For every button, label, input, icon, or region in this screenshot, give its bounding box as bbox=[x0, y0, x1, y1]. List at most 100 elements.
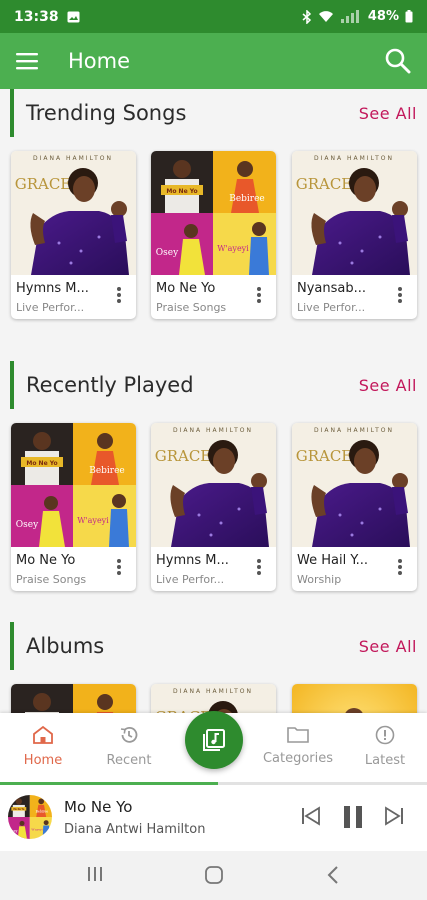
now-playing-artist: Diana Antwi Hamilton bbox=[64, 822, 206, 837]
now-playing-artwork: Mo Ne Yo Bebiree Osey W'ayeyi bbox=[8, 795, 52, 839]
wifi-icon bbox=[318, 11, 333, 22]
section-header: Recently Played See All bbox=[10, 361, 417, 409]
more-options-icon[interactable] bbox=[256, 287, 262, 305]
home-scroll-content[interactable]: Trending Songs See All DIANA HAMILTON GRA… bbox=[0, 89, 427, 713]
gallery-icon bbox=[67, 11, 80, 22]
album-art: Mo Ne YoBebireeOseyW'ayeyi bbox=[11, 684, 136, 713]
album-art: DIANA HAMILTON GRACE bbox=[292, 423, 417, 547]
song-name: Mo Ne Yo bbox=[156, 281, 216, 296]
section-accent-bar bbox=[10, 622, 14, 670]
more-options-icon[interactable] bbox=[256, 559, 262, 577]
nav-label: Home bbox=[23, 753, 63, 768]
svg-text:DIANA HAMILTON: DIANA HAMILTON bbox=[173, 688, 253, 695]
bottom-navigation: Home Recent Categories Latest bbox=[0, 711, 427, 785]
album-art: Mo Ne Yo Bebiree Osey W'ayeyi bbox=[11, 423, 136, 547]
nav-label: Recent bbox=[106, 753, 152, 768]
signal-icon bbox=[340, 10, 359, 23]
album-art: DIANA HAMILTON GRACE bbox=[292, 151, 417, 275]
nav-label: Latest bbox=[364, 753, 406, 768]
section-header: Trending Songs See All bbox=[10, 89, 417, 137]
album-art bbox=[292, 684, 417, 713]
song-card[interactable]: DIANA HAMILTON GRACE Nyansab... Live Perf… bbox=[292, 151, 417, 319]
system-navigation-bar bbox=[0, 851, 427, 900]
folder-icon bbox=[287, 727, 309, 743]
song-name: Hymns M... bbox=[156, 553, 229, 568]
song-name: Mo Ne Yo bbox=[16, 553, 76, 568]
home-icon bbox=[33, 725, 53, 744]
svg-text:DIANA HAMILTON: DIANA HAMILTON bbox=[33, 155, 113, 162]
music-library-button[interactable] bbox=[185, 711, 243, 769]
svg-text:Osey: Osey bbox=[16, 520, 39, 530]
nav-categories[interactable]: Categories bbox=[258, 725, 338, 766]
nav-home[interactable]: Home bbox=[3, 725, 83, 768]
music-library-icon bbox=[203, 729, 225, 751]
album-art: Mo Ne YoBebireeOseyW'ayeyi bbox=[151, 151, 276, 275]
alert-circle-icon bbox=[375, 725, 395, 745]
svg-text:W'ayeyi: W'ayeyi bbox=[217, 244, 249, 253]
svg-text:Mo Ne Yo: Mo Ne Yo bbox=[13, 809, 25, 811]
menu-icon[interactable] bbox=[16, 52, 38, 70]
battery-icon bbox=[405, 10, 413, 23]
svg-text:Bebiree: Bebiree bbox=[36, 810, 49, 814]
album-card[interactable]: DIANA HAMILTONGRACE bbox=[151, 684, 276, 713]
next-icon[interactable] bbox=[383, 805, 405, 827]
now-playing-title: Mo Ne Yo bbox=[64, 798, 133, 816]
nav-recent[interactable]: Recent bbox=[89, 725, 169, 768]
previous-icon[interactable] bbox=[300, 805, 322, 827]
search-icon[interactable] bbox=[385, 48, 411, 74]
song-card[interactable]: DIANA HAMILTON GRACE We Hail Y... Worship bbox=[292, 423, 417, 591]
song-category: Praise Songs bbox=[16, 573, 87, 586]
svg-text:GRACE: GRACE bbox=[296, 175, 353, 193]
app-bar: Home bbox=[0, 33, 427, 89]
svg-text:GRACE: GRACE bbox=[155, 447, 212, 465]
nav-latest[interactable]: Latest bbox=[345, 725, 425, 768]
see-all-link[interactable]: See All bbox=[359, 104, 417, 123]
song-name: Hymns M... bbox=[16, 281, 89, 296]
svg-text:Mo Ne Yo: Mo Ne Yo bbox=[26, 460, 57, 467]
status-bar: 13:38 48% bbox=[0, 0, 427, 33]
section-title: Recently Played bbox=[26, 373, 194, 397]
svg-text:GRACE: GRACE bbox=[296, 447, 353, 465]
svg-text:DIANA HAMILTON: DIANA HAMILTON bbox=[314, 427, 394, 434]
svg-text:Osey: Osey bbox=[156, 248, 179, 258]
svg-text:W'ayeyi: W'ayeyi bbox=[31, 827, 42, 831]
page-title: Home bbox=[68, 49, 131, 73]
more-options-icon[interactable] bbox=[397, 287, 403, 305]
pause-icon[interactable] bbox=[342, 805, 364, 829]
home-button-icon[interactable] bbox=[204, 865, 224, 885]
section-accent-bar bbox=[10, 89, 14, 137]
more-options-icon[interactable] bbox=[116, 559, 122, 577]
album-card[interactable]: Mo Ne YoBebireeOseyW'ayeyi bbox=[11, 684, 136, 713]
svg-text:W'ayeyi: W'ayeyi bbox=[77, 516, 109, 525]
section-accent-bar bbox=[10, 361, 14, 409]
more-options-icon[interactable] bbox=[116, 287, 122, 305]
recent-apps-icon[interactable] bbox=[86, 865, 104, 883]
album-card[interactable] bbox=[292, 684, 417, 713]
battery-percent: 48% bbox=[367, 9, 399, 24]
song-card[interactable]: Mo Ne Yo Bebiree Osey W'ayeyi Mo Ne Yo Prai… bbox=[11, 423, 136, 591]
song-card[interactable]: DIANA HAMILTON GRACE Hymns M... Live Perf… bbox=[11, 151, 136, 319]
history-icon bbox=[120, 726, 138, 743]
svg-text:Bebiree: Bebiree bbox=[229, 194, 265, 204]
section-title: Albums bbox=[26, 634, 105, 658]
section-title: Trending Songs bbox=[26, 101, 187, 125]
song-category: Live Perfor... bbox=[156, 573, 225, 586]
more-options-icon[interactable] bbox=[397, 559, 403, 577]
album-art: DIANA HAMILTON GRACE bbox=[151, 423, 276, 547]
svg-text:Osey: Osey bbox=[10, 829, 18, 833]
svg-text:Bebiree: Bebiree bbox=[89, 466, 125, 476]
mini-player[interactable]: Mo Ne Yo Bebiree Osey W'ayeyi Mo Ne Yo Dian… bbox=[0, 785, 427, 851]
song-card[interactable]: DIANA HAMILTON GRACE Hymns M... Live Perf… bbox=[151, 423, 276, 591]
see-all-link[interactable]: See All bbox=[359, 637, 417, 656]
song-category: Live Perfor... bbox=[16, 301, 85, 314]
svg-text:DIANA HAMILTON: DIANA HAMILTON bbox=[173, 427, 253, 434]
svg-text:DIANA HAMILTON: DIANA HAMILTON bbox=[314, 155, 394, 162]
album-art: DIANA HAMILTONGRACE bbox=[151, 684, 276, 713]
song-category: Worship bbox=[297, 573, 342, 586]
song-name: Nyansab... bbox=[297, 281, 367, 296]
see-all-link[interactable]: See All bbox=[359, 376, 417, 395]
back-icon[interactable] bbox=[326, 865, 340, 885]
album-art: DIANA HAMILTONGRACE bbox=[11, 151, 136, 275]
bluetooth-icon bbox=[302, 9, 311, 24]
song-card[interactable]: Mo Ne Yo Bebiree Osey W'ayeyi Mo Ne Yo Prai… bbox=[151, 151, 276, 319]
